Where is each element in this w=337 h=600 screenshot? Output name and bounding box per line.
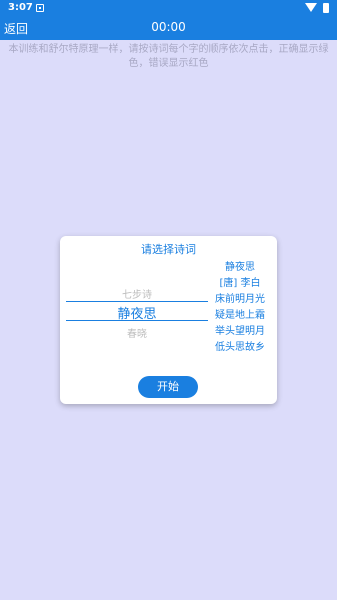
poem-line: 举头望明月: [215, 326, 265, 337]
status-bar: 3:07: [0, 0, 337, 16]
timer: 00:00: [151, 20, 186, 34]
start-button[interactable]: 开始: [138, 376, 198, 398]
poem-preview: 静夜思 [唐] 李白 床前明月光 疑是地上霜 举头望明月 低头思故乡: [208, 260, 272, 356]
poem-select-dialog: 请选择诗词 七步诗 静夜思 春晓 静夜思 [唐] 李白 床前明月光 疑是地上霜 …: [60, 236, 277, 404]
poem-picker[interactable]: 七步诗 静夜思 春晓: [66, 283, 208, 341]
picker-divider-top: [66, 301, 208, 302]
picker-item-prev[interactable]: 七步诗: [66, 286, 208, 301]
poem-title: 静夜思: [225, 262, 255, 273]
picker-item-next[interactable]: 春晓: [66, 325, 208, 340]
poem-author: [唐] 李白: [219, 278, 261, 289]
battery-icon: [323, 3, 329, 13]
instructions-text: 本训练和舒尔特原理一样，请按诗词每个字的顺序依次点击，正确显示绿色，错误显示红色: [8, 44, 329, 69]
app-bar: 返回 00:00: [0, 16, 337, 40]
wifi-icon: [305, 3, 317, 12]
picker-divider-bottom: [66, 320, 208, 321]
notification-icon: [36, 4, 44, 12]
dialog-title: 请选择诗词: [141, 243, 196, 256]
status-time: 3:07: [8, 2, 33, 13]
poem-line: 床前明月光: [215, 294, 265, 305]
poem-line: 疑是地上霜: [215, 310, 265, 321]
poem-line: 低头思故乡: [215, 342, 265, 353]
